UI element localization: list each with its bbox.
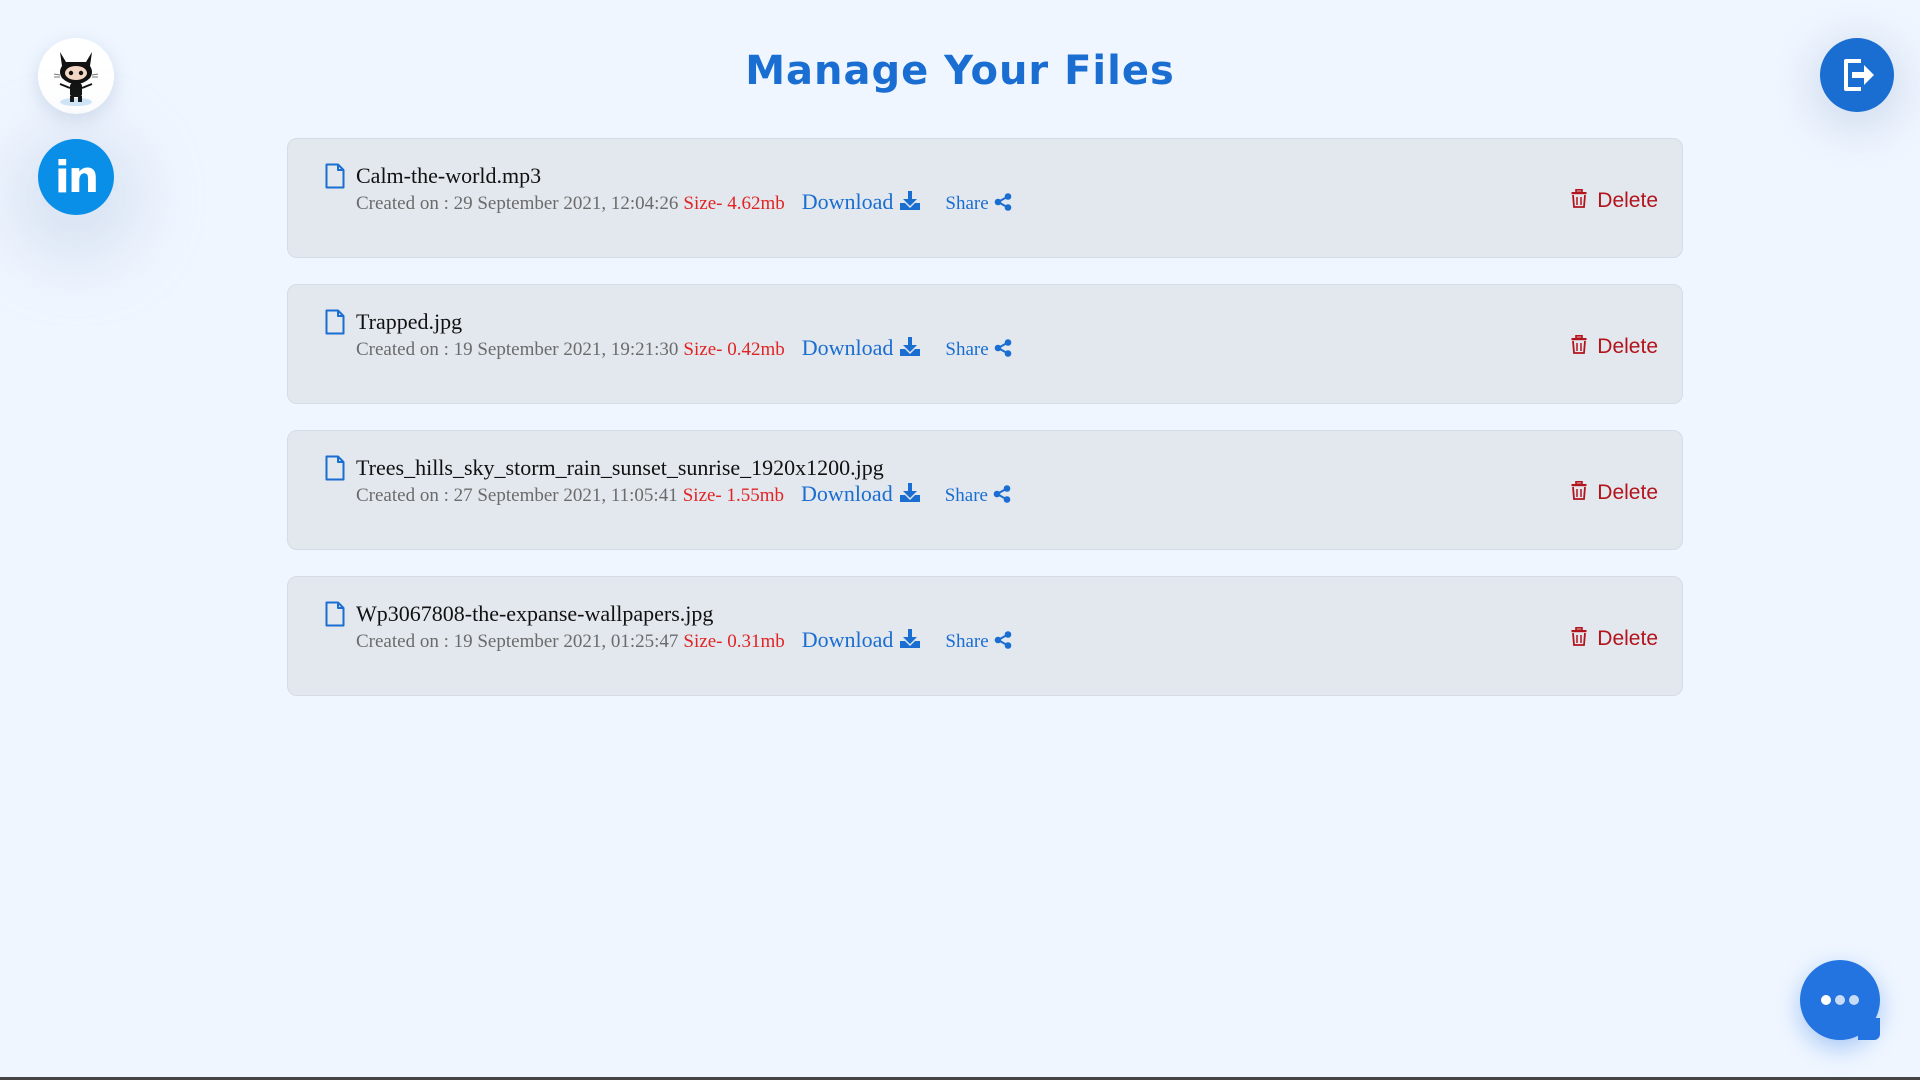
download-link[interactable]: Download (802, 189, 922, 215)
delete-button[interactable]: Delete (1571, 626, 1658, 651)
delete-button[interactable]: Delete (1571, 188, 1658, 213)
file-name: Calm-the-world.mp3 (356, 163, 542, 188)
trash-icon (1571, 188, 1587, 208)
download-icon (899, 483, 920, 502)
file-meta: Created on : 29 September 2021, 12:04:26… (356, 189, 1012, 215)
file-created-date: Created on : 19 September 2021, 01:25:47 (356, 631, 679, 652)
download-label: Download (801, 189, 894, 214)
trash-icon (1571, 626, 1587, 646)
file-created-date: Created on : 29 September 2021, 12:04:26 (356, 193, 679, 214)
delete-label: Delete (1597, 627, 1658, 650)
share-label: Share (944, 485, 988, 506)
file-name: Wp3067808-the-expanse-wallpapers.jpg (356, 601, 714, 626)
file-card: Trees_hills_sky_storm_rain_sunset_sunris… (287, 430, 1683, 550)
download-icon (900, 337, 921, 356)
file-icon (325, 455, 345, 481)
share-icon (993, 485, 1011, 503)
delete-label: Delete (1597, 481, 1658, 504)
file-icon (325, 163, 345, 189)
download-link[interactable]: Download (802, 335, 922, 361)
file-meta: Created on : 27 September 2021, 11:05:41… (356, 481, 1011, 507)
file-card: Wp3067808-the-expanse-wallpapers.jpg Cre… (287, 576, 1683, 696)
trash-icon (1571, 480, 1587, 500)
file-created-date: Created on : 27 September 2021, 11:05:41 (356, 485, 678, 506)
github-octocat-icon (53, 52, 99, 106)
share-link[interactable]: Share (945, 337, 1011, 361)
share-label: Share (945, 339, 989, 360)
logout-icon (1844, 59, 1874, 91)
share-link[interactable]: Share (945, 191, 1011, 215)
linkedin-icon: in (54, 152, 99, 203)
logout-button[interactable] (1820, 38, 1894, 112)
linkedin-link[interactable]: in (38, 139, 114, 215)
download-icon (900, 629, 921, 648)
file-size: Size- 0.42mb (683, 339, 785, 360)
file-size: Size- 0.31mb (683, 631, 785, 652)
github-link[interactable] (38, 38, 114, 114)
share-icon (994, 339, 1011, 357)
file-name: Trapped.jpg (356, 309, 463, 334)
file-meta: Created on : 19 September 2021, 19:21:30… (356, 335, 1012, 361)
chat-button[interactable] (1800, 960, 1880, 1040)
file-list: Calm-the-world.mp3 Created on : 29 Septe… (287, 138, 1683, 722)
delete-button[interactable]: Delete (1571, 334, 1658, 359)
delete-label: Delete (1597, 189, 1658, 212)
file-name: Trees_hills_sky_storm_rain_sunset_sunris… (356, 455, 884, 480)
chat-dot (1821, 995, 1831, 1005)
chat-dot (1835, 995, 1845, 1005)
share-icon (994, 193, 1011, 211)
chat-dot (1849, 995, 1859, 1005)
share-link[interactable]: Share (945, 629, 1011, 653)
share-icon (994, 631, 1011, 649)
file-icon (325, 601, 345, 627)
download-link[interactable]: Download (801, 481, 921, 507)
file-size: Size- 4.62mb (683, 193, 785, 214)
file-created-date: Created on : 19 September 2021, 19:21:30 (356, 339, 679, 360)
page-title: Manage Your Files (745, 48, 1175, 94)
share-label: Share (945, 631, 989, 652)
trash-icon (1571, 334, 1587, 354)
download-label: Download (801, 627, 894, 652)
delete-button[interactable]: Delete (1571, 480, 1658, 505)
file-card: Trapped.jpg Created on : 19 September 20… (287, 284, 1683, 404)
file-icon (325, 309, 345, 335)
delete-label: Delete (1597, 335, 1658, 358)
download-link[interactable]: Download (802, 627, 922, 653)
download-label: Download (801, 481, 893, 506)
file-card: Calm-the-world.mp3 Created on : 29 Septe… (287, 138, 1683, 258)
file-meta: Created on : 19 September 2021, 01:25:47… (356, 627, 1012, 653)
download-icon (900, 191, 921, 210)
file-size: Size- 1.55mb (682, 485, 785, 506)
share-label: Share (945, 193, 989, 214)
page: Manage Your Files in Calm-the-world.mp3 … (0, 0, 1920, 1080)
download-label: Download (801, 335, 894, 360)
share-link[interactable]: Share (945, 483, 1011, 507)
